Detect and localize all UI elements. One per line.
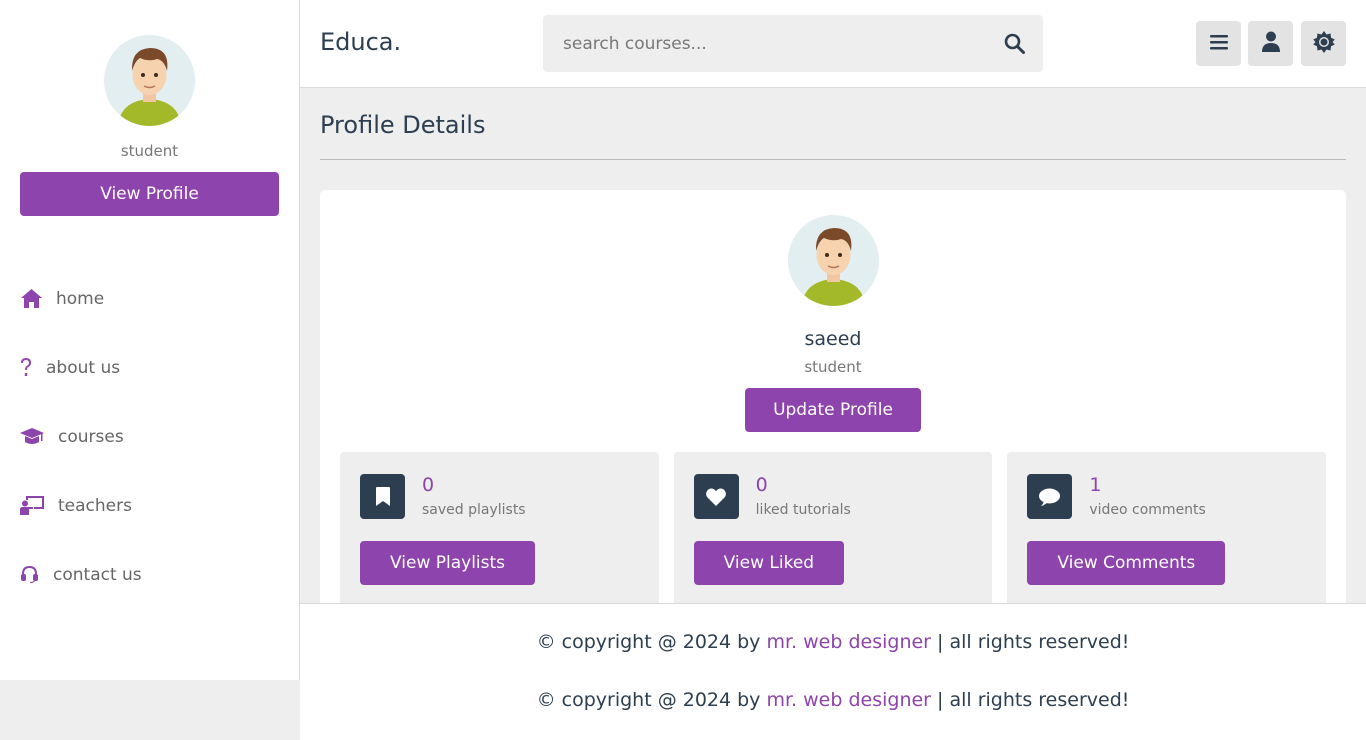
header: Educa. [300, 0, 1366, 88]
profile-card: saeed student Update Profile 0 saved pla… [320, 190, 1346, 603]
footer: © copyright @ 2024 by mr. web designer |… [300, 603, 1366, 740]
copyright-text: © copyright @ 2024 by mr. web designer |… [300, 689, 1366, 711]
copyright-suffix: | all rights reserved! [930, 631, 1130, 653]
sidebar-bottom-strip [0, 680, 300, 740]
profile-role: student [804, 358, 862, 376]
sidebar-nav: home about us courses teachers contact u… [0, 264, 299, 609]
stat-count: 1 [1089, 474, 1102, 496]
search-input[interactable] [543, 15, 963, 72]
view-comments-button[interactable]: View Comments [1027, 541, 1226, 585]
home-icon [20, 288, 42, 310]
sun-icon [1312, 30, 1335, 57]
sidebar-item-label: contact us [53, 564, 142, 585]
view-liked-button[interactable]: View Liked [693, 541, 845, 585]
profile-name: saeed [804, 328, 862, 350]
sidebar-item-home[interactable]: home [0, 264, 299, 333]
page-title: Profile Details [320, 88, 1346, 160]
stat-box-liked: 0 liked tutorials View Liked [673, 452, 993, 603]
sidebar-item-contact[interactable]: contact us [0, 540, 299, 609]
logo[interactable]: Educa. [320, 28, 401, 56]
avatar [787, 215, 879, 306]
stats-row: 0 saved playlists View Playlists 0 liked… [340, 452, 1327, 603]
view-profile-button[interactable]: View Profile [20, 172, 279, 216]
stat-label: video comments [1089, 502, 1206, 518]
user-icon [1261, 31, 1280, 56]
copyright-suffix: | all rights reserved! [930, 689, 1130, 711]
copyright-text: © copyright @ 2024 by mr. web designer |… [300, 631, 1366, 653]
stat-label: saved playlists [422, 502, 526, 518]
stat-count: 0 [755, 474, 768, 496]
sidebar: student View Profile home about us cours… [0, 0, 300, 680]
comment-icon [1027, 474, 1073, 519]
sidebar-item-label: about us [46, 357, 121, 378]
stat-label: liked tutorials [755, 502, 851, 518]
teacher-icon [20, 495, 44, 517]
theme-toggle-button[interactable] [1301, 21, 1346, 66]
sidebar-item-label: home [56, 288, 105, 309]
stat-box-playlists: 0 saved playlists View Playlists [340, 452, 659, 603]
menu-button[interactable] [1196, 21, 1241, 66]
sidebar-role: student [120, 142, 179, 160]
sidebar-item-teachers[interactable]: teachers [0, 471, 299, 540]
copyright-prefix: © copyright @ 2024 by [536, 689, 767, 711]
sidebar-item-label: courses [58, 426, 124, 447]
headset-icon [20, 564, 39, 586]
sidebar-item-label: teachers [58, 495, 132, 516]
avatar [104, 35, 195, 126]
stat-box-comments: 1 video comments View Comments [1007, 452, 1327, 603]
view-playlists-button[interactable]: View Playlists [360, 541, 536, 585]
heart-icon [693, 474, 739, 519]
stat-count: 0 [422, 474, 435, 496]
bookmark-icon [360, 474, 405, 519]
profile-summary: saeed student Update Profile [340, 215, 1326, 432]
main-content: Profile Details saeed student Update Pro… [300, 88, 1366, 603]
search-icon[interactable] [1004, 33, 1025, 58]
update-profile-button[interactable]: Update Profile [745, 388, 921, 432]
copyright-prefix: © copyright @ 2024 by [536, 631, 767, 653]
sidebar-item-courses[interactable]: courses [0, 402, 299, 471]
question-icon [20, 357, 32, 379]
menu-icon [1209, 34, 1228, 54]
sidebar-item-about[interactable]: about us [0, 333, 299, 402]
sidebar-profile: student View Profile [0, 0, 299, 216]
graduation-cap-icon [20, 426, 44, 448]
author-link[interactable]: mr. web designer [766, 631, 931, 653]
user-button[interactable] [1248, 21, 1293, 66]
search-bar [543, 15, 1043, 72]
author-link[interactable]: mr. web designer [766, 689, 931, 711]
